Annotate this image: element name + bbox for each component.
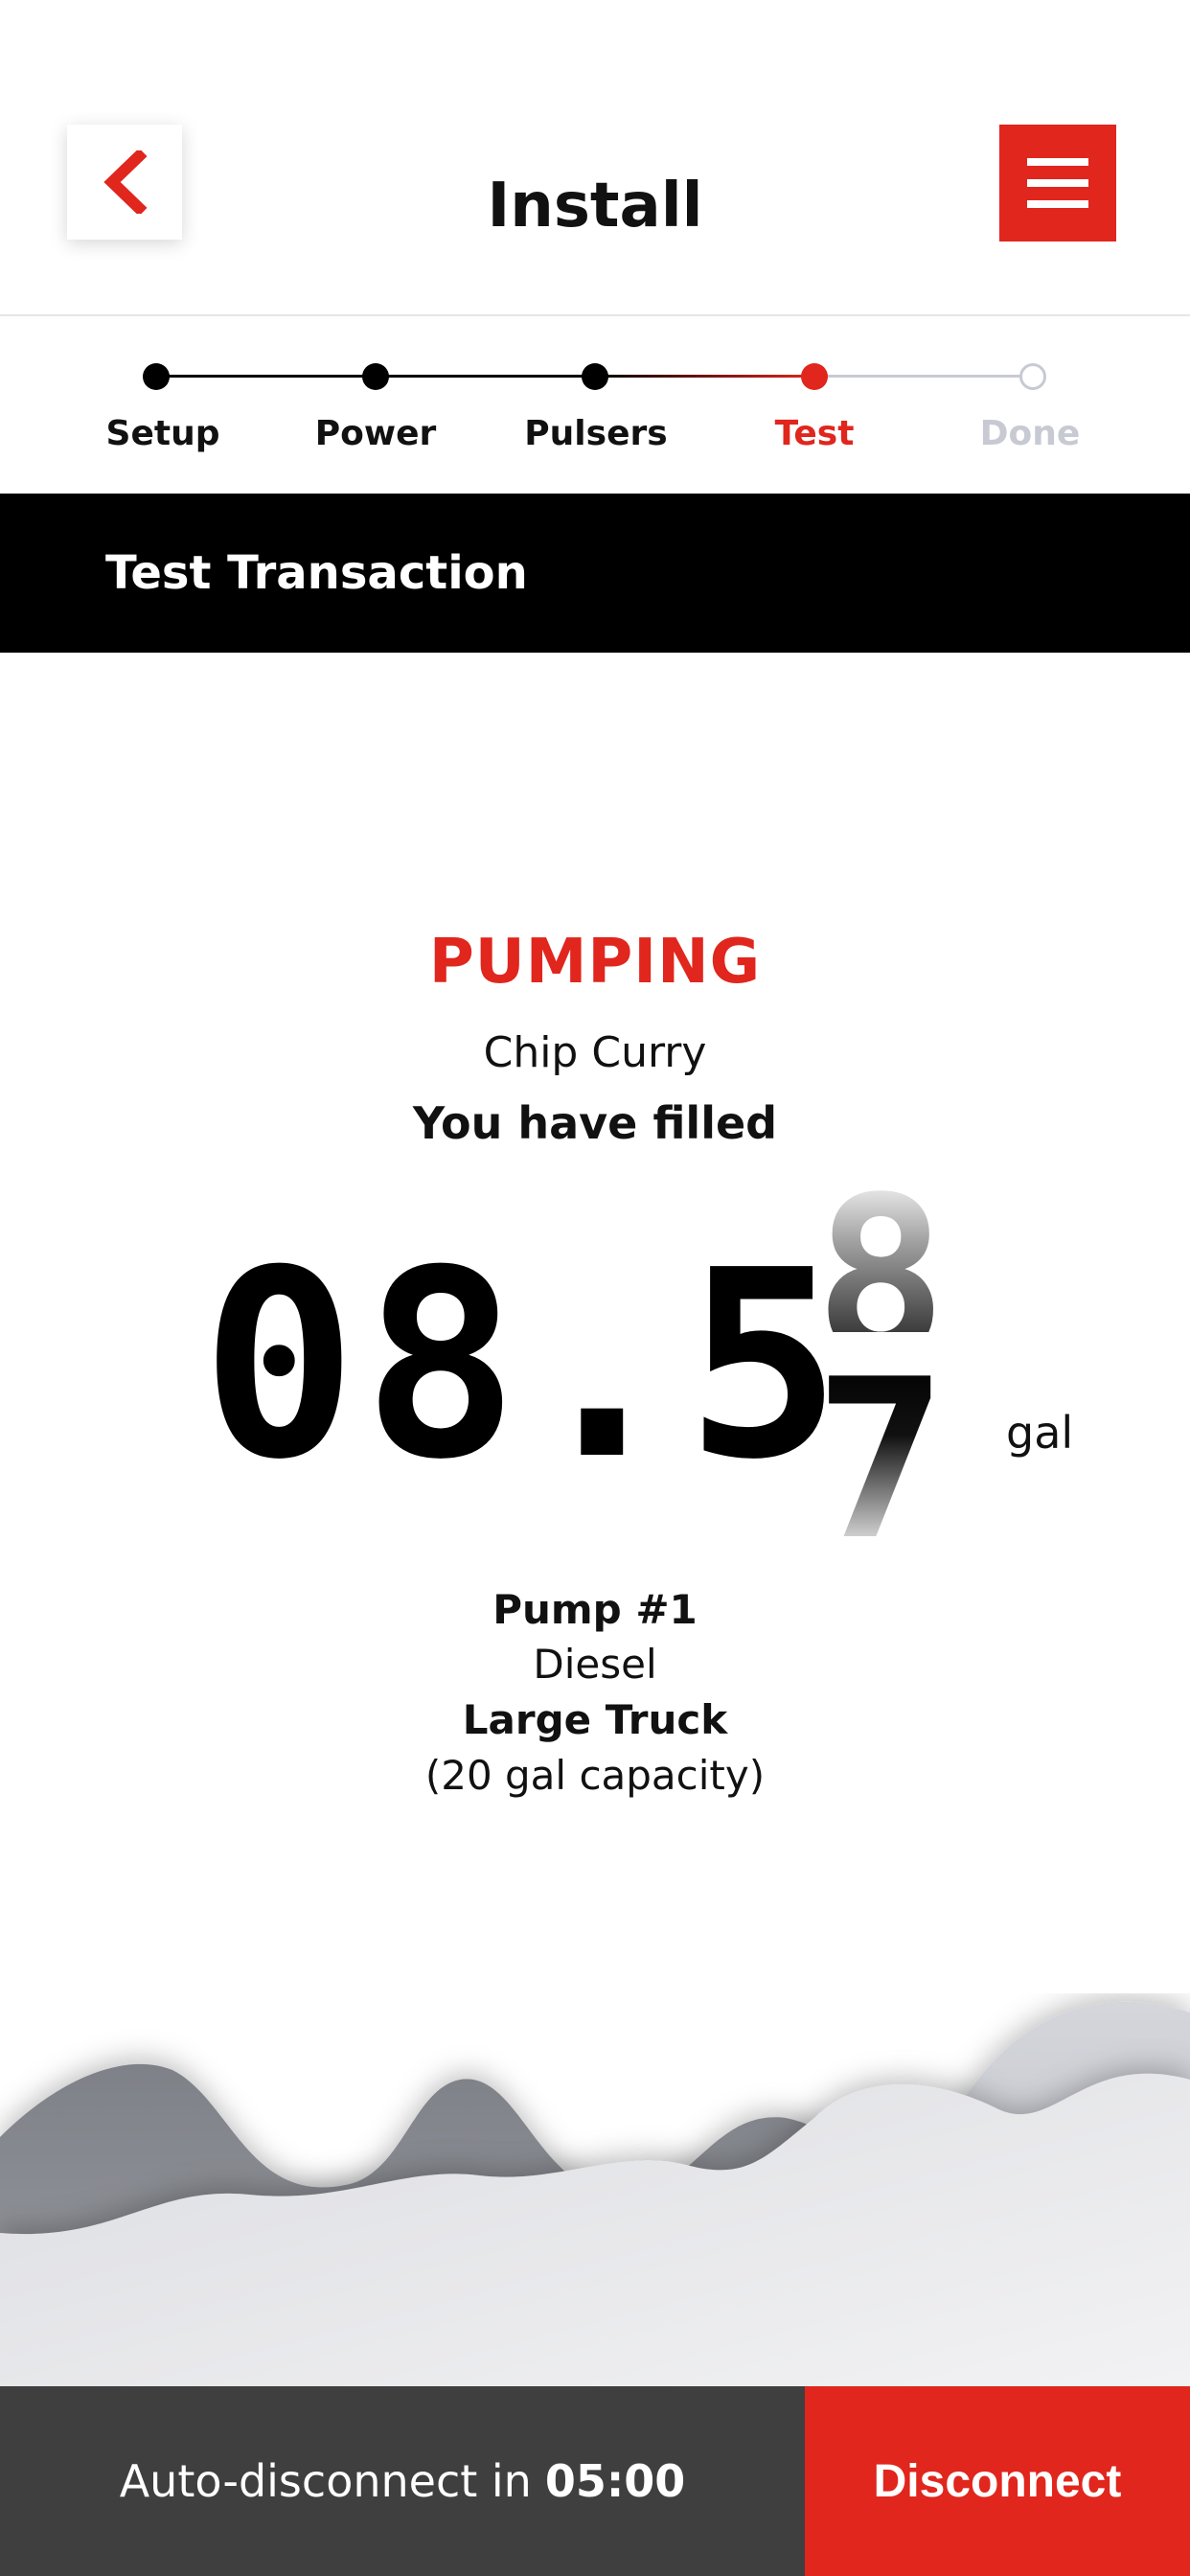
auto-disconnect-label: Auto-disconnect in <box>119 2455 532 2507</box>
auto-disconnect-timer: Auto-disconnect in 05:00 <box>0 2386 805 2576</box>
step-label-test: Test <box>774 414 855 453</box>
decorative-hills <box>0 2001 1190 2386</box>
step-connector <box>595 375 814 378</box>
step-connector <box>376 375 595 378</box>
meter-rolling-digit-current: 7 <box>814 1351 948 1562</box>
meter-digits: 08.5 <box>201 1214 848 1516</box>
auto-disconnect-time: 05:00 <box>544 2455 686 2507</box>
filled-label: You have filled <box>412 1097 778 1149</box>
step-dot-test <box>801 363 828 390</box>
meter-unit: gal <box>1006 1407 1074 1459</box>
step-dot-power <box>362 363 389 390</box>
header: Install <box>0 0 1190 316</box>
progress-stepper: Setup Power Pulsers Test Done <box>0 316 1190 494</box>
disconnect-button[interactable]: Disconnect <box>805 2386 1190 2576</box>
section-title: Test Transaction <box>105 546 528 600</box>
vehicle-type: Large Truck <box>462 1696 728 1743</box>
transaction-status: PUMPING <box>428 927 762 998</box>
section-header: Test Transaction <box>0 494 1190 653</box>
step-dot-pulsers <box>582 363 608 390</box>
step-label-power: Power <box>314 414 437 453</box>
step-label-pulsers: Pulsers <box>524 414 668 453</box>
step-connector <box>814 375 1033 378</box>
step-label-done: Done <box>979 414 1081 453</box>
step-connector <box>156 375 376 378</box>
step-label-setup: Setup <box>105 414 220 453</box>
step-dot-setup <box>143 363 170 390</box>
pump-name: Pump #1 <box>492 1586 698 1633</box>
vehicle-capacity: (20 gal capacity) <box>424 1752 766 1799</box>
footer-bar: Auto-disconnect in 05:00 Disconnect <box>0 2386 1190 2576</box>
meter-rolling-digit-previous: 8 <box>814 1169 948 1332</box>
fuel-type: Diesel <box>533 1641 657 1688</box>
customer-name: Chip Curry <box>483 1028 707 1077</box>
menu-button[interactable] <box>999 125 1116 242</box>
step-dot-done <box>1019 363 1046 390</box>
hamburger-menu-icon <box>1027 158 1088 208</box>
